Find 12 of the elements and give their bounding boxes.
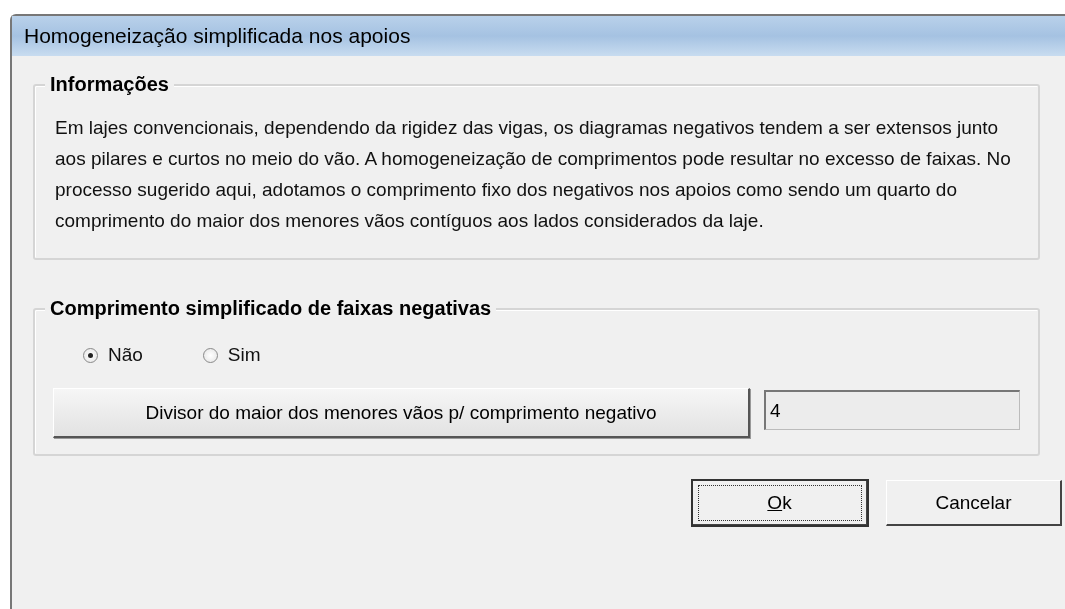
group-title: Informações [45, 73, 174, 96]
info-paragraph: Em lajes convencionais, dependendo da rigidez das vigas, os diagramas negativos tendem a ser extensos junto aos pilares e curtos no meio do vão. A homogeneização de comprimentos pode resultar no excesso de faixas. No processo sugerido aqui, adotamos o comprimento fixo dos negativos nos apoios como sendo um quarto do comprimento do maior dos menores vãos contíguos aos lados considerados da laje. [55, 116, 1012, 233]
input-field[interactable]: 4 [764, 390, 1020, 430]
window-title: Homogeneização simplificada nos apoios [12, 16, 1065, 56]
radio-label[interactable]: Sim [227, 344, 261, 366]
radio-label[interactable]: Não [108, 344, 143, 366]
radio-button[interactable] [202, 347, 218, 363]
cancel-button[interactable]: Cancelar [886, 480, 1062, 526]
divisor-button[interactable]: Divisor do maior dos menores vãos p/ comprimento negativo [53, 388, 750, 438]
radio-button[interactable] [83, 347, 98, 363]
group-title: Comprimento simplificado de faixas negativas [45, 297, 497, 320]
ok-button[interactable]: Ok [692, 480, 868, 526]
